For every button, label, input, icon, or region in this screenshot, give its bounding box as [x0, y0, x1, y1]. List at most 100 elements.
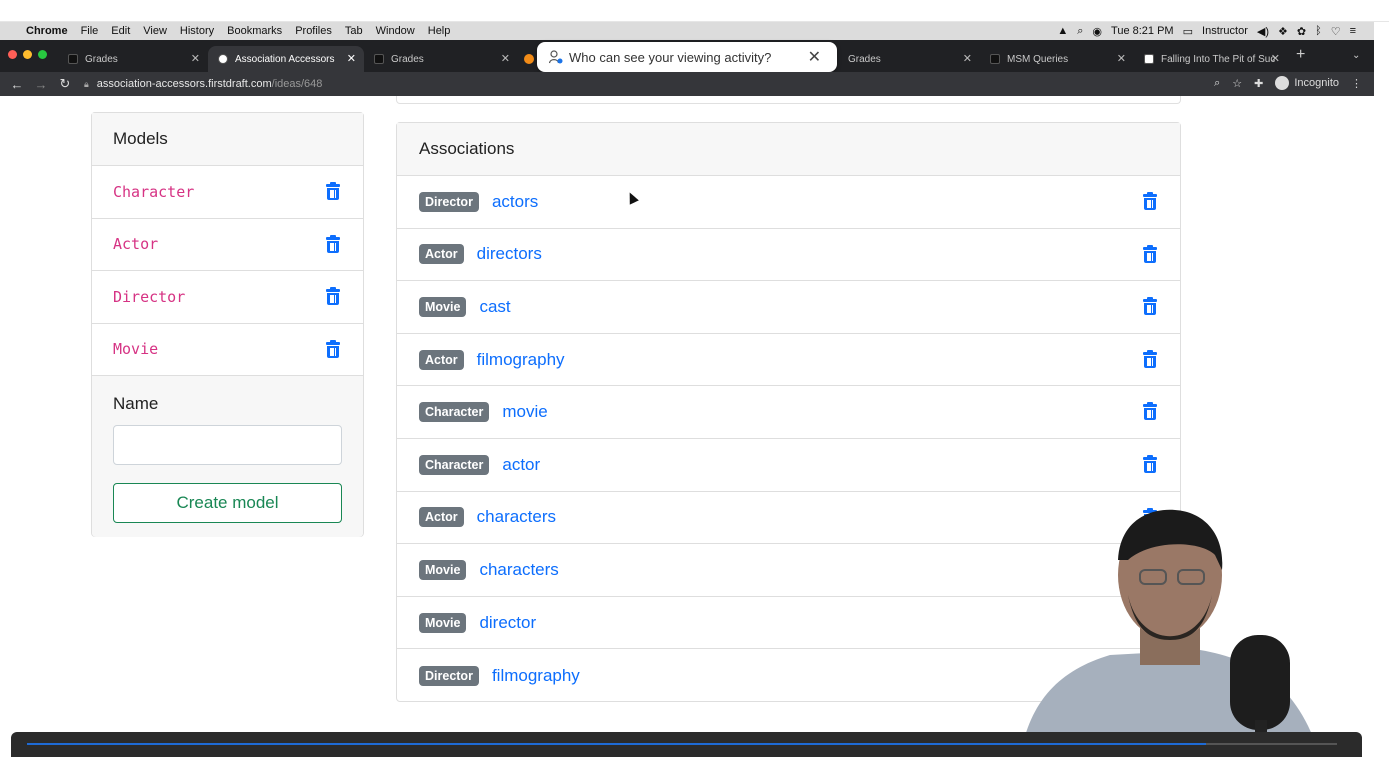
trash-icon[interactable]	[326, 234, 340, 253]
name-input[interactable]	[113, 425, 342, 465]
model-badge: Character	[419, 454, 490, 475]
model-badge: Director	[419, 665, 479, 686]
model-badge: Movie	[419, 296, 467, 317]
control-center-icon[interactable]: ◉	[1092, 25, 1102, 38]
tab-association-accessors[interactable]: Association Accessors ✕	[208, 46, 364, 72]
screen-mirror-icon[interactable]: ▭	[1183, 25, 1193, 38]
menu-history[interactable]: History	[180, 25, 214, 37]
trash-icon[interactable]	[1143, 349, 1157, 368]
url-path: /ideas/648	[271, 78, 323, 90]
models-card: Models Character Actor Director Movie Na…	[91, 112, 364, 537]
tab-hidden-orange[interactable]	[518, 46, 538, 72]
trash-icon[interactable]	[326, 182, 340, 200]
tab-favicon-icon	[1144, 54, 1154, 64]
menu-user[interactable]: Instructor	[1202, 25, 1248, 37]
notification-icon[interactable]: ♡	[1331, 25, 1341, 38]
url-field[interactable]: 🔒︎ association-accessors.firstdraft.com …	[84, 74, 322, 94]
trash-icon[interactable]	[326, 287, 340, 305]
dropbox-icon[interactable]: ❖	[1278, 25, 1288, 38]
menu-clock[interactable]: Tue 8:21 PM	[1111, 25, 1174, 37]
incognito-icon	[1275, 76, 1290, 90]
menu-app-name[interactable]: Chrome	[26, 25, 68, 37]
tab-close-icon[interactable]: ✕	[963, 52, 972, 65]
tab-favicon-icon	[524, 54, 534, 64]
model-badge: Movie	[419, 559, 467, 580]
chevron-down-icon[interactable]: ⌄	[1352, 50, 1360, 61]
model-row: Character	[92, 166, 363, 219]
association-link[interactable]: director	[479, 613, 536, 633]
tab-close-icon[interactable]: ✕	[347, 52, 356, 65]
tab-grades-1[interactable]: Grades ✕	[58, 46, 208, 72]
zoom-icon[interactable]: ⌕	[1214, 77, 1220, 90]
close-window-icon[interactable]	[8, 50, 17, 59]
model-name: Movie	[113, 340, 159, 359]
tab-title: Grades	[85, 53, 118, 65]
zoom-window-icon[interactable]	[38, 50, 47, 59]
menu-help[interactable]: Help	[428, 25, 451, 37]
tab-close-icon[interactable]: ✕	[191, 52, 200, 65]
association-link[interactable]: filmography	[492, 666, 580, 686]
lock-icon[interactable]: 🔒︎	[84, 79, 89, 90]
association-link[interactable]: cast	[479, 297, 510, 317]
back-icon[interactable]: ←	[10, 77, 24, 92]
trash-icon[interactable]	[1143, 297, 1157, 316]
trash-icon[interactable]	[1143, 402, 1157, 421]
trash-icon[interactable]	[326, 339, 340, 358]
create-model-button[interactable]: Create model	[113, 483, 342, 523]
tab-favicon-icon	[218, 54, 228, 64]
webcam-overlay	[1020, 509, 1320, 757]
associations-card-title: Associations	[397, 123, 1180, 176]
tab-msm-queries[interactable]: MSM Queries ✕	[980, 46, 1134, 72]
video-progress-track[interactable]	[27, 743, 1337, 745]
trash-icon[interactable]	[1143, 244, 1157, 263]
mac-menu-bar: Chrome File Edit View History Bookmarks …	[0, 22, 1374, 40]
model-name: Director	[113, 287, 186, 306]
forward-icon[interactable]: →	[34, 77, 48, 92]
menu-edit[interactable]: Edit	[111, 25, 130, 37]
close-icon[interactable]: ✕	[808, 47, 821, 67]
model-row: Actor	[92, 219, 363, 271]
incognito-badge[interactable]: Incognito	[1275, 76, 1339, 90]
bluetooth-icon[interactable]: ᛒ	[1315, 25, 1322, 37]
minimize-window-icon[interactable]	[23, 50, 32, 59]
tab-close-icon[interactable]: ✕	[1271, 52, 1280, 65]
tab-grades-3[interactable]: Grades ✕	[838, 46, 980, 72]
association-link[interactable]: directors	[477, 244, 542, 264]
menu-profiles[interactable]: Profiles	[295, 25, 332, 37]
spotlight-icon[interactable]: ⌕	[1077, 25, 1083, 38]
wifi-icon[interactable]: ▲	[1057, 25, 1068, 37]
menu-tab[interactable]: Tab	[345, 25, 363, 37]
popup-text: Who can see your viewing activity?	[569, 49, 772, 65]
app-status-icon[interactable]: ✿	[1297, 25, 1306, 38]
list-icon[interactable]: ≡	[1350, 25, 1356, 37]
video-progress-fill	[27, 743, 1206, 745]
kebab-menu-icon[interactable]: ⋮	[1351, 77, 1362, 90]
tab-grades-2[interactable]: Grades ✕	[364, 46, 518, 72]
trash-icon[interactable]	[1143, 192, 1157, 210]
create-model-form: Name Create model	[92, 376, 363, 537]
tab-falling-into-pit[interactable]: Falling Into The Pit of Succ ✕	[1134, 46, 1288, 72]
extensions-icon[interactable]: ✚	[1254, 77, 1263, 90]
menu-file[interactable]: File	[81, 25, 99, 37]
window-controls	[8, 50, 47, 59]
tab-close-icon[interactable]: ✕	[501, 52, 510, 65]
new-tab-icon[interactable]: +	[1296, 46, 1305, 64]
menu-bookmarks[interactable]: Bookmarks	[227, 25, 282, 37]
association-link[interactable]: characters	[479, 560, 558, 580]
tab-close-icon[interactable]: ✕	[1117, 52, 1126, 65]
incognito-label: Incognito	[1294, 77, 1339, 89]
association-link[interactable]: actor	[502, 455, 540, 475]
tab-title: Grades	[848, 53, 881, 65]
reload-icon[interactable]: ↻	[58, 76, 72, 92]
star-icon[interactable]: ☆	[1232, 77, 1242, 90]
trash-icon[interactable]	[1143, 454, 1157, 473]
association-link[interactable]: filmography	[477, 350, 565, 370]
association-link[interactable]: actors	[492, 192, 538, 212]
volume-icon[interactable]: ◀)	[1257, 25, 1269, 38]
viewing-activity-popup[interactable]: Who can see your viewing activity? ✕	[537, 42, 837, 72]
menu-view[interactable]: View	[143, 25, 167, 37]
model-name: Character	[113, 182, 195, 201]
association-link[interactable]: movie	[502, 402, 547, 422]
menu-window[interactable]: Window	[376, 25, 415, 37]
association-link[interactable]: characters	[477, 507, 556, 527]
